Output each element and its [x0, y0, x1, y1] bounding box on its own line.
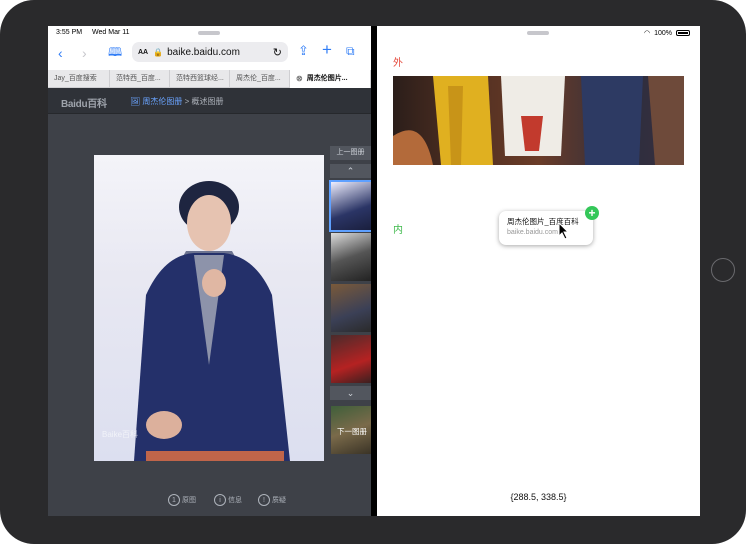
tab-fantasy[interactable]: 范特西_百度... — [110, 70, 170, 88]
portrait-illustration — [134, 181, 290, 461]
lock-icon: 🔒 — [153, 47, 164, 57]
share-icon[interactable]: ⇪ — [298, 44, 309, 58]
status-bar-right: ◠ 100% — [644, 29, 690, 37]
battery-icon — [676, 30, 690, 36]
status-bar-left: 3:55 PM Wed Mar 11 — [56, 29, 138, 36]
breadcrumb-separator: > — [184, 97, 190, 106]
forward-arrow-icon[interactable]: › — [82, 46, 87, 60]
gallery-bottom-bar: 1 原图 i 信息 ! 质疑 — [168, 494, 328, 510]
thumbnail-1[interactable] — [329, 180, 371, 232]
scroll-down-chevron-icon[interactable]: ⌄ — [330, 386, 371, 400]
text-size-button[interactable]: AA — [138, 49, 148, 56]
home-button[interactable] — [711, 258, 735, 282]
split-screen: 3:55 PM Wed Mar 11 ‹ › 🕮 AA 🔒 baike.baid… — [48, 26, 700, 516]
album-icon: 🖼 — [130, 97, 141, 106]
exclamation-icon: ! — [258, 494, 270, 506]
info-button[interactable]: i 信息 — [214, 494, 242, 506]
inner-label: 内 — [393, 225, 403, 236]
multitasking-grabber[interactable] — [198, 31, 220, 35]
baike-gallery-page: Baidu百科 🖼 周杰伦图册 > 概述图册 Baike百科 上一图册 ⌃ ⌄ … — [48, 88, 371, 516]
baike-header: Baidu百科 🖼 周杰伦图册 > 概述图册 — [48, 88, 371, 114]
address-bar[interactable]: AA 🔒 baike.baidu.com ↻ — [132, 42, 288, 62]
reload-icon[interactable]: ↻ — [273, 46, 282, 59]
tab-fantasy-basketball[interactable]: 范特西篮球经... — [170, 70, 230, 88]
status-date: Wed Mar 11 — [92, 29, 130, 36]
outer-label: 外 — [393, 58, 403, 69]
battery-percent: 100% — [654, 29, 672, 37]
tab-bar: Jay_百度搜索 范特西_百度... 范特西篮球经... 周杰伦_百度... ⊗… — [48, 70, 371, 88]
back-arrow-icon[interactable]: ‹ — [58, 46, 63, 60]
breadcrumb-album-link[interactable]: 周杰伦图册 — [142, 97, 182, 106]
scroll-up-chevron-icon[interactable]: ⌃ — [330, 164, 371, 178]
thumbnail-2[interactable] — [331, 233, 371, 281]
breadcrumb-current: 概述图册 — [191, 97, 224, 106]
tab-jay-chou[interactable]: 周杰伦_百度... — [230, 70, 290, 88]
tab-jay-chou-photos-label: 周杰伦图片... — [306, 75, 348, 82]
new-tab-plus-icon[interactable]: + — [322, 41, 332, 58]
baidu-baike-logo[interactable]: Baidu百科 — [61, 95, 107, 110]
prev-album-button[interactable]: 上一图册 — [330, 146, 371, 160]
original-image-button[interactable]: 1 原图 — [168, 494, 196, 506]
pointer-cursor-icon — [558, 222, 570, 240]
tab-jay-search[interactable]: Jay_百度搜索 — [48, 70, 110, 88]
wifi-icon: ◠ — [643, 30, 651, 37]
drop-coordinates-readout: {288.5, 338.5} — [510, 492, 567, 502]
drag-preview-title: 周杰伦图片_百度百科 — [507, 217, 579, 226]
ipad-frame: 3:55 PM Wed Mar 11 ‹ › 🕮 AA 🔒 baike.baid… — [0, 0, 746, 544]
url-text: baike.baidu.com — [167, 46, 240, 58]
watermark: Baike百科 — [102, 430, 139, 439]
drop-target-app: ◠ 100% 外 内 周杰伦图片_百度百科 baike.baidu.com + … — [377, 26, 700, 516]
multitasking-grabber-right[interactable] — [527, 31, 549, 35]
main-photo[interactable]: Baike百科 — [94, 155, 324, 461]
outer-drop-image[interactable] — [393, 76, 684, 165]
original-image-label: 原图 — [182, 497, 196, 504]
tab-jay-chou-photos[interactable]: ⊗ 周杰伦图片... — [290, 70, 371, 88]
thumbnail-4[interactable] — [331, 335, 371, 383]
close-tab-icon[interactable]: ⊗ — [296, 70, 303, 88]
thumbnail-strip: 上一图册 ⌃ ⌄ 下一图册 — [329, 144, 371, 460]
info-label: 信息 — [228, 497, 242, 504]
banner-illustration — [393, 76, 684, 165]
next-album-label: 下一图册 — [337, 427, 367, 436]
thumbnail-3[interactable] — [331, 284, 371, 332]
breadcrumb: 🖼 周杰伦图册 > 概述图册 — [130, 96, 224, 107]
bookmarks-book-icon[interactable]: 🕮 — [108, 45, 122, 59]
status-time: 3:55 PM — [56, 29, 83, 36]
next-album-thumbnail[interactable]: 下一图册 — [331, 406, 371, 454]
copy-plus-badge-icon: + — [585, 206, 599, 220]
magnify-icon: 1 — [168, 494, 180, 506]
tabs-overview-icon[interactable]: ⧉ — [346, 44, 355, 58]
report-button[interactable]: ! 质疑 — [258, 494, 286, 506]
report-label: 质疑 — [272, 497, 286, 504]
drag-preview-card[interactable]: 周杰伦图片_百度百科 baike.baidu.com — [499, 211, 593, 245]
drag-preview-url: baike.baidu.com — [507, 229, 558, 236]
safari-pane: 3:55 PM Wed Mar 11 ‹ › 🕮 AA 🔒 baike.baid… — [48, 26, 371, 516]
info-icon: i — [214, 494, 226, 506]
split-divider[interactable] — [371, 26, 377, 516]
